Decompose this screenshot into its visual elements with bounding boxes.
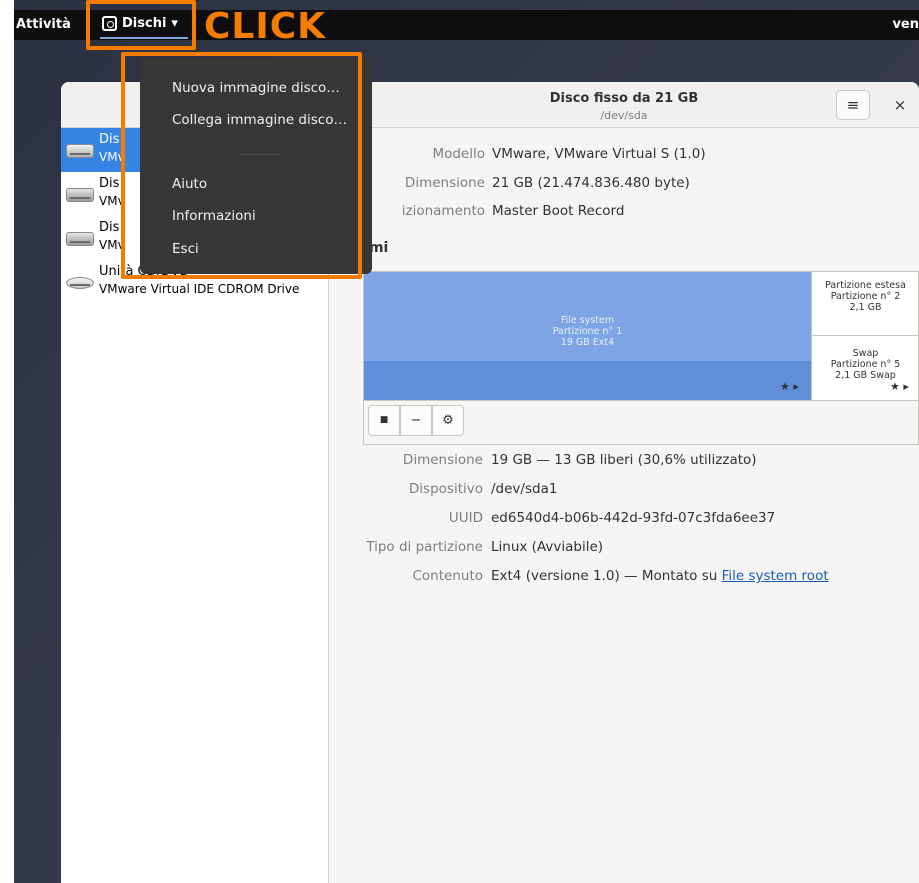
file-system-root-link[interactable]: File system root [722,568,829,584]
hamburger-menu-icon[interactable]: ≡ [836,90,870,120]
menu-highlight-box [121,52,362,279]
filesystem-segment-text: File system Partizione n° 1 19 GB Ext4 [364,315,811,348]
drive-name: Dis [99,176,120,191]
device-value: /dev/sda1 [491,481,558,497]
drive-name: Dis [99,132,120,147]
window-subtitle: /dev/sda [600,109,648,122]
hard-disk-icon [66,144,94,158]
size-label: Dimensione [404,175,485,191]
segment-line: Partizione n° 1 [552,326,623,337]
partition-type-label: Tipo di partizione [366,539,483,555]
segment-line: 19 GB Ext4 [560,337,615,348]
window-title: Disco fisso da 21 GB [549,91,699,106]
partition-size-label: Dimensione [402,452,483,468]
drive-name: Dis [99,220,120,235]
star-arrow-icon: ★ ▸ [780,380,799,393]
segment-line: Partizione estesa [825,280,906,291]
volume-map: File system Partizione n° 1 19 GB Ext4 ★… [363,271,919,401]
model-label: Modello [432,146,485,162]
model-value: VMware, VMware Virtual S (1.0) [492,146,706,162]
size-value: 21 GB (21.474.836.480 byte) [492,175,690,191]
gear-icon[interactable]: ⚙ [432,405,464,436]
activities-button[interactable]: Attività [16,17,71,32]
uuid-value: ed6540d4-b06b-442d-93fd-07c3fda6ee37 [491,510,776,526]
partition-segment-swap[interactable]: Swap Partizione n° 5 2,1 GB Swap ★ ▸ [811,336,919,400]
content-text: Ext4 (versione 1.0) — Montato su [491,568,722,584]
segment-line: 2,1 GB [849,302,882,313]
click-highlight-box [86,0,196,50]
partition-segment-filesystem[interactable]: File system Partizione n° 1 19 GB Ext4 ★… [364,272,811,400]
content-value: Ext4 (versione 1.0) — Montato su File sy… [491,568,829,584]
close-icon[interactable]: × [887,92,913,118]
device-label: Dispositivo [408,481,483,497]
segment-line: Partizione n° 2 [830,291,901,302]
segment-line: Partizione n° 5 [830,359,901,370]
partition-segment-extended[interactable]: Partizione estesa Partizione n° 2 2,1 GB [811,272,919,336]
optical-drive-icon [66,277,94,289]
unmount-stop-button[interactable]: ■ [368,405,400,436]
window-header: Disco fisso da 21 GB /dev/sda ≡ × [329,82,919,128]
content-label: Contenuto [412,568,483,584]
segment-line: File system [560,315,615,326]
partitioning-label: izionamento [401,203,485,219]
hard-disk-icon [66,232,94,246]
partition-type-value: Linux (Avviabile) [491,539,604,555]
drive-model: VMware Virtual IDE CDROM Drive [99,282,300,296]
delete-partition-button[interactable]: − [400,405,432,436]
segment-line: Swap [852,348,879,359]
volume-toolbar: ■ − ⚙ [363,401,919,445]
uuid-label: UUID [448,510,483,526]
partition-size-value: 19 GB — 13 GB liberi (30,6% utilizzato) [491,452,757,468]
clock[interactable]: ven [892,17,919,32]
partitioning-value: Master Boot Record [492,203,625,219]
hard-disk-icon [66,188,94,202]
star-arrow-icon: ★ ▸ [890,380,909,393]
click-annotation: CLICK [204,6,327,47]
